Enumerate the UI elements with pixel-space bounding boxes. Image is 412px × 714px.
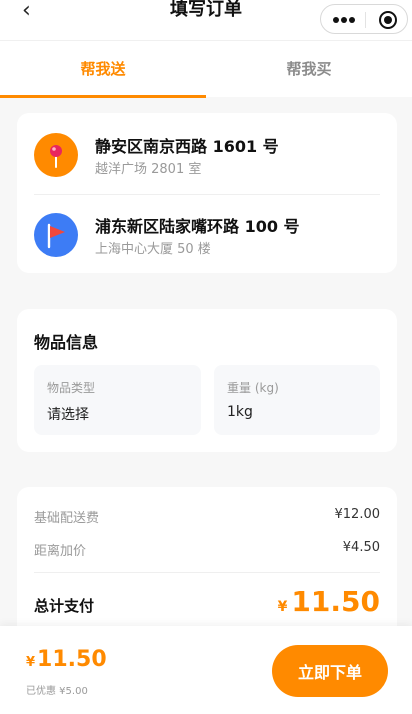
total-label: 总计支付 bbox=[34, 597, 95, 615]
active-tab-indicator bbox=[0, 95, 206, 98]
total-value: 11.50 bbox=[291, 585, 380, 618]
base-fee-value: ¥12.00 bbox=[334, 507, 381, 522]
tab-buy-for-me[interactable]: 帮我买 bbox=[206, 41, 412, 98]
distance-fee-label: 距离加价 bbox=[34, 544, 87, 559]
goods-info-title: 物品信息 bbox=[34, 333, 99, 352]
pickup-address[interactable]: 静安区南京西路 1601 号 越洋广场 2801 室 bbox=[34, 131, 380, 191]
goods-type-label: 物品类型 bbox=[47, 381, 96, 395]
weight-field[interactable]: 重量 (kg) 1kg bbox=[214, 365, 380, 435]
delivery-address-detail: 上海中心大厦 50 楼 bbox=[95, 242, 211, 257]
delivery-address-main: 浦东新区陆家嘴环路 100 号 bbox=[95, 217, 300, 236]
close-target-icon[interactable] bbox=[379, 11, 397, 29]
checkout-value: 11.50 bbox=[37, 647, 107, 672]
checkout-bar: ¥11.50 已优惠 ¥5.00 立即下单 bbox=[0, 626, 412, 714]
more-icon[interactable] bbox=[333, 17, 355, 23]
pickup-address-detail: 越洋广场 2801 室 bbox=[95, 162, 202, 177]
pickup-address-main: 静安区南京西路 1601 号 bbox=[95, 137, 279, 156]
nav-bar: ‹ 填写订单 bbox=[0, 0, 412, 40]
place-order-button[interactable]: 立即下单 bbox=[272, 645, 388, 697]
weight-value: 1kg bbox=[227, 404, 253, 420]
address-card: 静安区南京西路 1601 号 越洋广场 2801 室 浦东新区陆家嘴环路 100… bbox=[17, 113, 397, 273]
goods-type-field[interactable]: 物品类型 请选择 bbox=[34, 365, 201, 435]
mini-program-capsule bbox=[320, 4, 408, 34]
goods-info-card: 物品信息 物品类型 请选择 重量 (kg) 1kg bbox=[17, 309, 397, 452]
checkout-amount: ¥11.50 bbox=[26, 647, 107, 672]
checkout-currency: ¥ bbox=[26, 655, 36, 670]
distance-fee-value: ¥4.50 bbox=[342, 540, 380, 555]
flag-icon bbox=[34, 213, 78, 257]
delivery-address[interactable]: 浦东新区陆家嘴环路 100 号 上海中心大厦 50 楼 bbox=[34, 211, 380, 271]
price-divider bbox=[34, 572, 380, 573]
total-amount: ¥11.50 bbox=[278, 585, 380, 618]
pin-icon bbox=[34, 133, 78, 177]
discount-text: 已优惠 ¥5.00 bbox=[26, 686, 88, 697]
weight-label: 重量 (kg) bbox=[227, 381, 279, 395]
price-card: 基础配送费 ¥12.00 距离加价 ¥4.50 总计支付 ¥11.50 bbox=[17, 487, 397, 637]
base-fee-label: 基础配送费 bbox=[34, 511, 100, 526]
tab-send-for-me[interactable]: 帮我送 bbox=[0, 41, 206, 98]
order-tabs: 帮我送 帮我买 bbox=[0, 40, 412, 98]
capsule-divider bbox=[365, 12, 366, 28]
goods-type-value: 请选择 bbox=[47, 407, 89, 423]
address-divider bbox=[34, 194, 380, 195]
total-currency: ¥ bbox=[277, 599, 288, 615]
